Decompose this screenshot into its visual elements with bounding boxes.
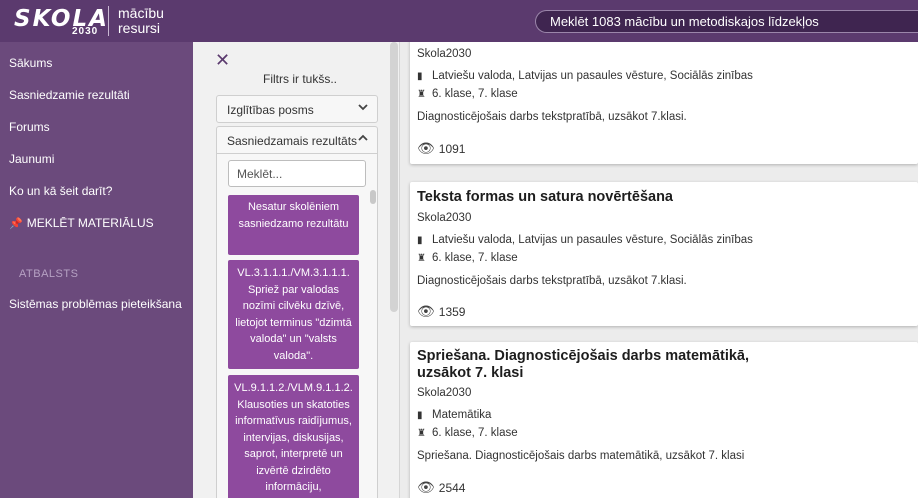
card-grades-text: 6. klase, 7. klase [432,252,518,264]
card-views: 👁 2544 [417,479,465,496]
eye-icon: 👁 [417,479,435,495]
filter-option-text: VL.3.1.1.1./VM.3.1.1.1. Spriež par valod… [235,267,352,362]
accordion-achievable-result[interactable]: Sasniedzamais rezultāts [216,126,378,154]
global-search-input[interactable]: Meklēt 1083 mācību un metodiskajos līdze… [535,10,918,33]
sidebar-item-label: Forums [9,120,50,134]
accordion-label: Sasniedzamais rezultāts [227,134,358,148]
card-description: Diagnosticējošais darbs tekstpratībā, uz… [417,275,687,287]
eye-icon: 👁 [417,303,435,319]
filter-panel-scrollbar[interactable] [390,42,398,312]
sidebar-section-support: ATBALSTS [19,268,79,280]
result-card[interactable]: Spriešana. Diagnosticējošais darbs matem… [410,342,918,498]
book-icon: ▮ [417,70,423,82]
filter-option[interactable]: VL.9.1.1.2./VLM.9.1.1.2. Klausoties un s… [228,375,359,498]
card-grades: ♜ 6. klase, 7. klase [417,252,518,264]
pin-icon: 📌 [9,217,23,230]
card-author: Skola2030 [417,212,471,224]
result-search-input[interactable]: Meklēt... [228,160,366,187]
card-grades: ♜ 6. klase, 7. klase [417,88,518,100]
logo[interactable]: SKOLA 2030 mācību resursi [14,4,174,38]
card-views: 👁 1359 [417,303,465,320]
sidebar-item-results[interactable]: Sasniedzamie rezultāti [9,88,130,102]
card-grades-text: 6. klase, 7. klase [432,427,518,439]
student-icon: ♜ [417,252,426,264]
card-views-count: 2544 [438,480,466,495]
card-author-text: Skola2030 [417,48,472,60]
student-icon: ♜ [417,88,426,100]
chevron-up-icon [358,132,368,146]
card-subjects: ▮ Latviešu valoda, Latvijas un pasaules v… [417,234,753,246]
card-grades: ♜ 6. klase, 7. klase [417,427,518,439]
filter-panel: ✕ Filtrs ir tukšs.. Izglītības posms Sas… [193,42,400,498]
filter-option[interactable]: Nesatur skolēniem sasniedzamo rezultātu [228,195,359,255]
chevron-down-icon [358,101,368,115]
card-subjects-text: Matemātika [432,409,492,421]
result-card[interactable]: Teksta formas un satura novērtēšana Skol… [410,182,918,326]
close-icon[interactable]: ✕ [215,50,230,71]
card-subjects-text: Latviešu valoda, Latvijas un pasaules vē… [432,234,753,246]
filter-option-text: Nesatur skolēniem sasniedzamo rezultātu [238,201,349,230]
sidebar-item-help[interactable]: Ko un kā šeit darīt? [9,184,112,198]
card-author-text: Skola2030 [417,387,472,399]
logo-year: 2030 [72,26,99,37]
global-search-placeholder: Meklēt 1083 mācību un metodiskajos līdze… [550,14,819,29]
card-description-text: Diagnosticējošais darbs tekstpratībā, uz… [417,111,687,123]
sidebar-item-news[interactable]: Jaunumi [9,152,54,166]
card-subjects-text: Latviešu valoda, Latvijas un pasaules vē… [432,70,753,82]
filter-option-text: VL.9.1.1.2./VLM.9.1.1.2. Klausoties un s… [234,382,353,493]
sidebar-item-forums[interactable]: Forums [9,120,50,134]
card-author-text: Skola2030 [417,212,472,224]
results-area: Skola2030 ▮ Latviešu valoda, Latvijas un … [400,42,918,498]
card-views-count: 1359 [438,304,466,319]
card-description-text: Spriešana. Diagnosticējošais darbs matem… [417,450,745,462]
card-author: Skola2030 [417,48,471,60]
result-card[interactable]: Skola2030 ▮ Latviešu valoda, Latvijas un … [410,42,918,164]
logo-subtitle-line2: resursi [118,20,161,36]
eye-icon: 👁 [417,140,435,156]
book-icon: ▮ [417,234,423,246]
sidebar-item-search-materials[interactable]: 📌 MEKLĒT MATERIĀLUS [9,216,154,230]
card-grades-text: 6. klase, 7. klase [432,88,518,100]
sidebar-item-label: Sākums [9,56,53,70]
filter-option[interactable]: VL.3.1.1.1./VM.3.1.1.1. Spriež par valod… [228,260,359,369]
sidebar-item-label: Jaunumi [9,152,55,166]
top-header: SKOLA 2030 mācību resursi Meklēt 1083 mā… [0,0,918,42]
card-title[interactable]: Teksta formas un satura novērtēšana [417,189,777,206]
card-views: 👁 1091 [417,140,465,157]
logo-divider [108,6,109,36]
card-description-text: Diagnosticējošais darbs tekstpratībā, uz… [417,275,687,287]
student-icon: ♜ [417,427,426,439]
sidebar-item-label: Sasniedzamie rezultāti [9,88,130,102]
sidebar: Sākums Sasniedzamie rezultāti Forums Jau… [0,42,193,498]
accordion-label: Izglītības posms [227,103,314,117]
card-author: Skola2030 [417,387,471,399]
book-icon: ▮ [417,409,423,421]
logo-subtitle-line1: mācību [118,5,164,21]
card-description: Diagnosticējošais darbs tekstpratībā, uz… [417,111,687,123]
option-list-scrollbar[interactable] [370,190,376,204]
sidebar-item-report-problem[interactable]: Sistēmas problēmas pieteikšana [9,297,182,311]
card-subjects: ▮ Matemātika [417,409,491,421]
filter-empty-text: Filtrs ir tukšs.. [263,72,337,86]
card-views-count: 1091 [438,141,466,156]
sidebar-item-label: Sistēmas problēmas pieteikšana [9,297,182,311]
sidebar-item-home[interactable]: Sākums [9,56,52,70]
card-subjects: ▮ Latviešu valoda, Latvijas un pasaules v… [417,70,753,82]
sidebar-item-label: MEKLĒT MATERIĀLUS [26,216,154,230]
sidebar-item-label: Ko un kā šeit darīt? [9,184,113,198]
card-title[interactable]: Spriešana. Diagnosticējošais darbs matem… [417,348,777,382]
card-description: Spriešana. Diagnosticējošais darbs matem… [417,450,744,462]
accordion-education-level[interactable]: Izglītības posms [216,95,378,123]
logo-subtitle: mācību resursi [118,6,164,36]
